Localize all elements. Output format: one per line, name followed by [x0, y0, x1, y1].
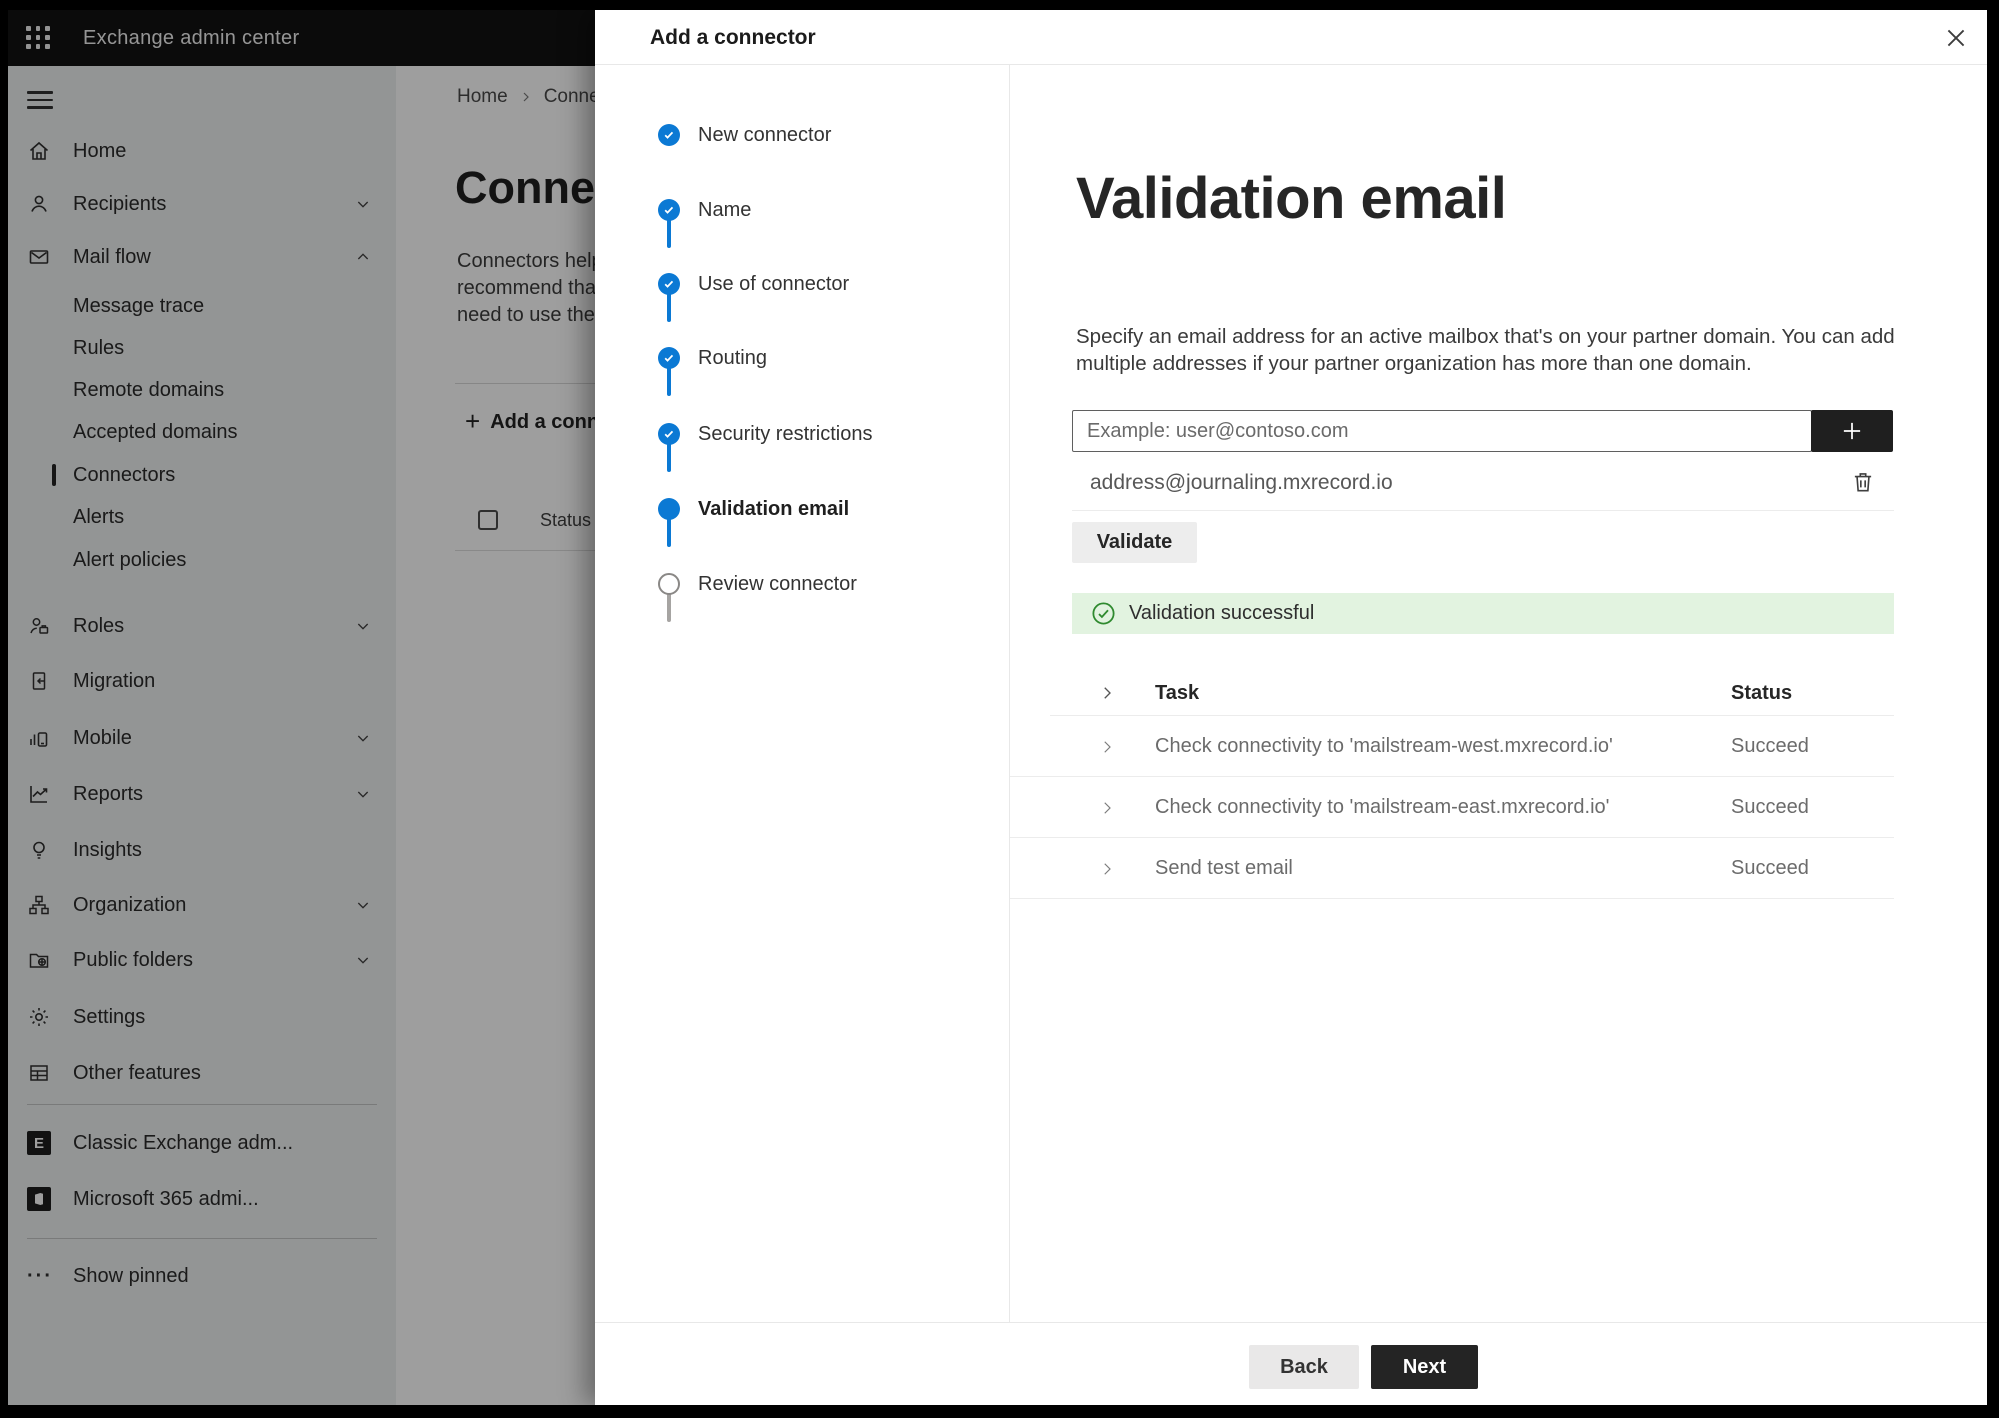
task-column-header: Task [1155, 682, 1200, 704]
step-description: Specify an email address for an active m… [1076, 325, 1895, 375]
table-row: Check connectivity to 'mailstream-east.m… [1010, 777, 1894, 838]
back-button[interactable]: Back [1249, 1345, 1359, 1389]
table-row: Send test email Succeed [1010, 838, 1894, 899]
results-table-header: Task Status [1010, 673, 1894, 715]
step-completed-icon [658, 423, 680, 445]
step-validation-email[interactable]: Validation email [595, 497, 1009, 521]
add-address-button[interactable] [1811, 410, 1893, 452]
wizard-steps: New connector Name Use of connector Rout… [595, 65, 1010, 1322]
step-heading: Validation email [1076, 166, 1507, 231]
chevron-right-icon[interactable] [1098, 799, 1116, 817]
step-use-of-connector[interactable]: Use of connector [595, 272, 1009, 296]
trash-icon[interactable] [1850, 469, 1876, 495]
step-completed-icon [658, 347, 680, 369]
step-new-connector[interactable]: New connector [595, 123, 1009, 147]
step-completed-icon [658, 199, 680, 221]
status-column-header: Status [1731, 682, 1793, 704]
modal-header: Add a connector [595, 10, 1987, 65]
step-name[interactable]: Name [595, 198, 1009, 222]
table-row: Check connectivity to 'mailstream-west.m… [1010, 716, 1894, 777]
app-window: Exchange admin center Home Recipients Ma… [8, 10, 1987, 1405]
modal-title: Add a connector [650, 25, 816, 49]
added-address: address@journaling.mxrecord.io [1090, 471, 1393, 494]
divider [1072, 510, 1894, 511]
step-completed-icon [658, 124, 680, 146]
validation-email-panel: Validation email Specify an email addres… [1010, 65, 1987, 1322]
success-message: Validation successful [1129, 602, 1315, 624]
step-review-connector[interactable]: Review connector [595, 572, 1009, 596]
task-cell: Check connectivity to 'mailstream-west.m… [1155, 735, 1613, 757]
chevron-right-icon[interactable] [1098, 684, 1116, 702]
step-current-icon [658, 498, 680, 520]
task-cell: Send test email [1155, 857, 1293, 879]
chevron-right-icon[interactable] [1098, 860, 1116, 878]
task-cell: Check connectivity to 'mailstream-east.m… [1155, 796, 1610, 818]
plus-icon [1843, 422, 1861, 440]
email-address-input[interactable] [1072, 410, 1812, 452]
success-check-icon [1090, 600, 1117, 627]
validation-success-banner: Validation successful [1072, 593, 1894, 634]
status-cell: Succeed [1731, 857, 1809, 879]
modal-footer: Back Next [595, 1322, 1987, 1405]
step-security-restrictions[interactable]: Security restrictions [595, 422, 1009, 446]
add-connector-modal: Add a connector New connector Name Use o… [595, 10, 1987, 1405]
next-button[interactable]: Next [1371, 1345, 1478, 1389]
validate-button[interactable]: Validate [1072, 522, 1197, 563]
status-cell: Succeed [1731, 796, 1809, 818]
step-todo-icon [658, 573, 680, 595]
status-cell: Succeed [1731, 735, 1809, 757]
step-routing[interactable]: Routing [595, 346, 1009, 370]
close-icon[interactable] [1943, 25, 1969, 51]
added-address-row: address@journaling.mxrecord.io [1010, 459, 1894, 509]
step-completed-icon [658, 273, 680, 295]
chevron-right-icon[interactable] [1098, 738, 1116, 756]
